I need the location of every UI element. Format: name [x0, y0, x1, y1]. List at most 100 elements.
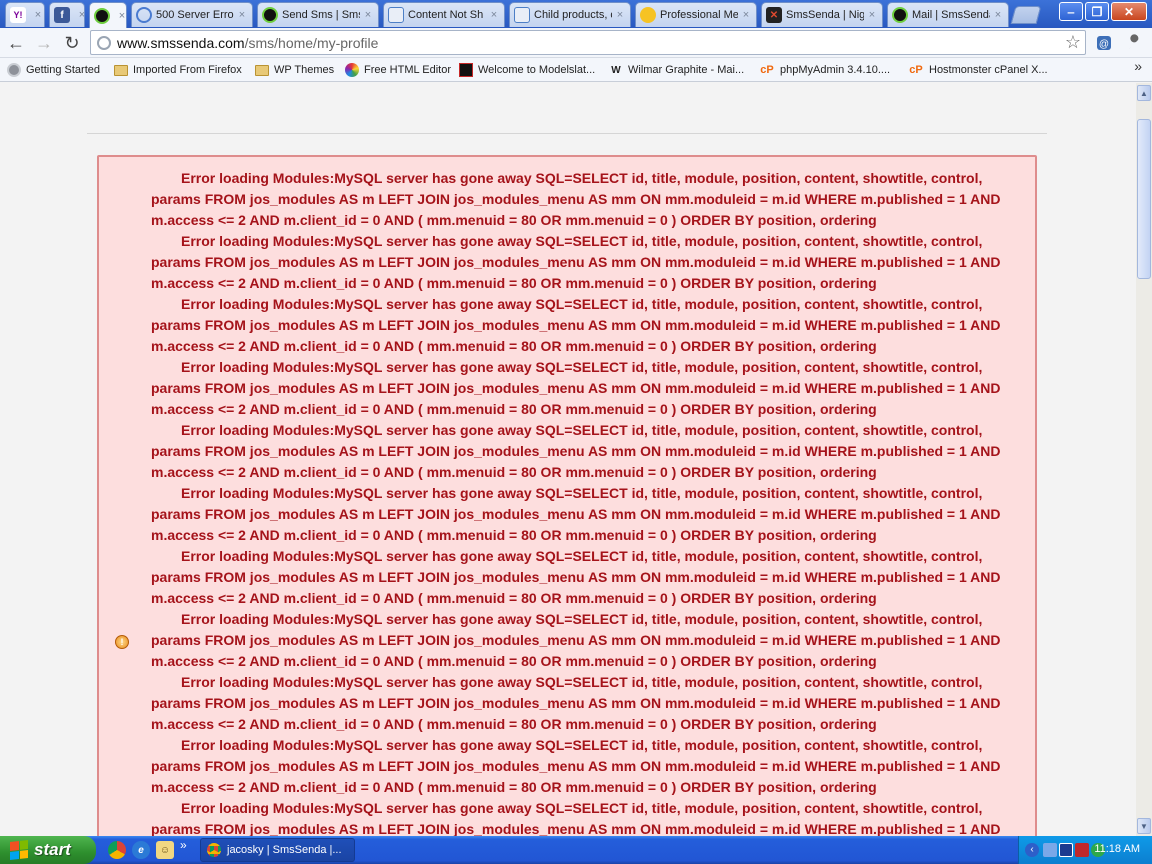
close-window-button[interactable]: ✕	[1111, 2, 1147, 21]
error-message: Error loading Modules:MySQL server has g…	[151, 737, 1001, 795]
browser-tab[interactable]: ✕ SmsSenda | Nig ×	[761, 2, 883, 27]
browser-tab[interactable]: Professional Me ×	[635, 2, 757, 27]
error-message: Error loading Modules:MySQL server has g…	[151, 296, 1001, 354]
error-message-box: ! Error loading Modules:MySQL server has…	[97, 155, 1037, 836]
tab-close-icon[interactable]: ×	[116, 10, 126, 22]
chrome-icon	[207, 843, 221, 857]
windows-flag-icon	[10, 840, 28, 860]
bookmark-item[interactable]: Getting Started	[7, 62, 100, 78]
modelslat-icon	[459, 63, 473, 77]
url-text: www.smssenda.com/sms/home/my-profile	[117, 34, 379, 51]
wrench-icon[interactable]	[1124, 32, 1146, 54]
globe-icon	[97, 35, 111, 50]
tab-label: SmsSenda | Nig	[786, 9, 864, 21]
task-label: jacosky | SmsSenda |...	[227, 844, 342, 856]
tab-close-icon[interactable]: ×	[488, 9, 500, 21]
taskbar-chrome-window[interactable]: jacosky | SmsSenda |...	[200, 838, 355, 862]
browser-tab[interactable]: ×	[89, 2, 127, 28]
security-shield-icon[interactable]	[1075, 843, 1089, 857]
tab-close-icon[interactable]: ×	[362, 9, 374, 21]
browser-tab[interactable]: Send Sms | Sms ×	[257, 2, 379, 27]
wilmar-icon: W	[611, 64, 621, 76]
bookmark-label: Welcome to Modelslat...	[478, 64, 596, 76]
error-message-list: Error loading Modules:MySQL server has g…	[151, 168, 1019, 836]
browser-tab[interactable]: Mail | SmsSenda ×	[887, 2, 1009, 27]
messenger-quicklaunch-icon[interactable]: ☺	[156, 841, 174, 859]
smiley-icon	[640, 7, 656, 23]
yahoo-icon: Y!	[10, 7, 26, 23]
error-message: Error loading Modules:MySQL server has g…	[151, 359, 1001, 417]
browser-tab[interactable]: Content Not Sh ×	[383, 2, 505, 27]
error-message: Error loading Modules:MySQL server has g…	[151, 422, 1001, 480]
ie-quicklaunch-icon[interactable]: e	[132, 841, 150, 859]
cpanel-icon: cP	[760, 64, 774, 76]
tab-close-icon[interactable]: ×	[236, 9, 248, 21]
maximize-button[interactable]: ❐	[1085, 2, 1109, 21]
scroll-down-arrow-icon[interactable]: ▼	[1137, 818, 1151, 834]
chrome-quicklaunch-icon[interactable]	[108, 841, 126, 859]
windows-taskbar: start e ☺ » jacosky | SmsSenda |... ‹ 11…	[0, 836, 1152, 864]
bookmark-item[interactable]: WP Themes	[255, 62, 334, 78]
error-message: Error loading Modules:MySQL server has g…	[151, 170, 1001, 228]
reload-icon[interactable]: ↻	[61, 32, 83, 54]
tab-close-icon[interactable]: ×	[614, 9, 626, 21]
tray-arrow-icon[interactable]: ‹	[1025, 843, 1039, 857]
browser-toolbar: ← → ↻ www.smssenda.com/sms/home/my-profi…	[0, 28, 1152, 58]
minimize-button[interactable]: ‒	[1059, 2, 1083, 21]
color-wheel-icon	[345, 63, 359, 77]
scrollbar-thumb[interactable]	[1137, 119, 1151, 279]
system-tray: ‹ 11:18 AM	[1018, 836, 1152, 864]
wordpress-icon	[388, 7, 404, 23]
tab-label: Content Not Sh	[408, 9, 484, 21]
bookmark-label: Wilmar Graphite - Mai...	[628, 64, 745, 76]
chrome-icon	[7, 63, 21, 77]
tab-close-icon[interactable]: ×	[740, 9, 752, 21]
error-message: Error loading Modules:MySQL server has g…	[151, 548, 1001, 606]
facebook-icon: f	[54, 7, 70, 23]
tab-close-icon[interactable]: ×	[76, 9, 84, 21]
bookmark-item[interactable]: W Wilmar Graphite - Mai...	[609, 62, 744, 78]
quicklaunch-overflow-icon[interactable]: »	[180, 838, 187, 852]
bookmark-label: phpMyAdmin 3.4.10....	[780, 64, 891, 76]
tab-label: Mail | SmsSenda	[912, 9, 990, 21]
back-arrow-icon[interactable]: ←	[5, 32, 27, 54]
bookmarks-bar: Getting Started Imported From Firefox WP T…	[0, 58, 1152, 82]
clock: 11:18 AM	[1094, 843, 1140, 855]
tab-close-icon[interactable]: ×	[992, 9, 1004, 21]
tab-label: Send Sms | Sms	[282, 9, 360, 21]
error-message: Error loading Modules:MySQL server has g…	[151, 233, 1001, 291]
bookmark-label: Imported From Firefox	[133, 64, 242, 76]
address-bar[interactable]: www.smssenda.com/sms/home/my-profile ☆	[90, 30, 1086, 55]
tab-label: Child products, c	[534, 9, 612, 21]
browser-tab[interactable]: f ×	[49, 2, 85, 27]
bookmark-item[interactable]: cP Hostmonster cPanel X...	[908, 62, 1048, 78]
vertical-scrollbar[interactable]: ▲ ▼	[1136, 83, 1152, 836]
tab-label: 500 Server Erro	[156, 9, 234, 21]
monitor-icon[interactable]	[1059, 843, 1073, 857]
error-message: Error loading Modules:MySQL server has g…	[151, 800, 1001, 836]
smssenda-icon	[892, 7, 908, 23]
tab-close-icon[interactable]: ×	[32, 9, 44, 21]
bookmark-item[interactable]: Welcome to Modelslat...	[459, 62, 595, 78]
tab-close-icon[interactable]: ×	[866, 9, 878, 21]
browser-tab[interactable]: Y! ×	[5, 2, 45, 27]
bookmarks-overflow-icon[interactable]: »	[1134, 58, 1142, 74]
smssenda-icon	[94, 7, 110, 24]
network-icon[interactable]	[1043, 843, 1057, 857]
start-button[interactable]: start	[0, 836, 96, 864]
forward-arrow-icon[interactable]: →	[33, 32, 55, 54]
tab-label: Professional Me	[660, 9, 738, 21]
new-tab-button[interactable]	[1010, 6, 1042, 24]
extension-icon[interactable]: @	[1093, 32, 1115, 54]
start-label: start	[34, 840, 71, 859]
scroll-up-arrow-icon[interactable]: ▲	[1137, 85, 1151, 101]
bookmark-item[interactable]: cP phpMyAdmin 3.4.10....	[759, 62, 890, 78]
bookmark-star-icon[interactable]: ☆	[1065, 32, 1081, 53]
bookmark-item[interactable]: Free HTML Editor	[345, 62, 451, 78]
joomla-icon: ✕	[766, 7, 782, 23]
bookmark-label: Hostmonster cPanel X...	[929, 64, 1048, 76]
bookmark-item[interactable]: Imported From Firefox	[114, 62, 242, 78]
error-message: Error loading Modules:MySQL server has g…	[151, 485, 1001, 543]
browser-tab[interactable]: 500 Server Erro ×	[131, 2, 253, 27]
browser-tab[interactable]: Child products, c ×	[509, 2, 631, 27]
